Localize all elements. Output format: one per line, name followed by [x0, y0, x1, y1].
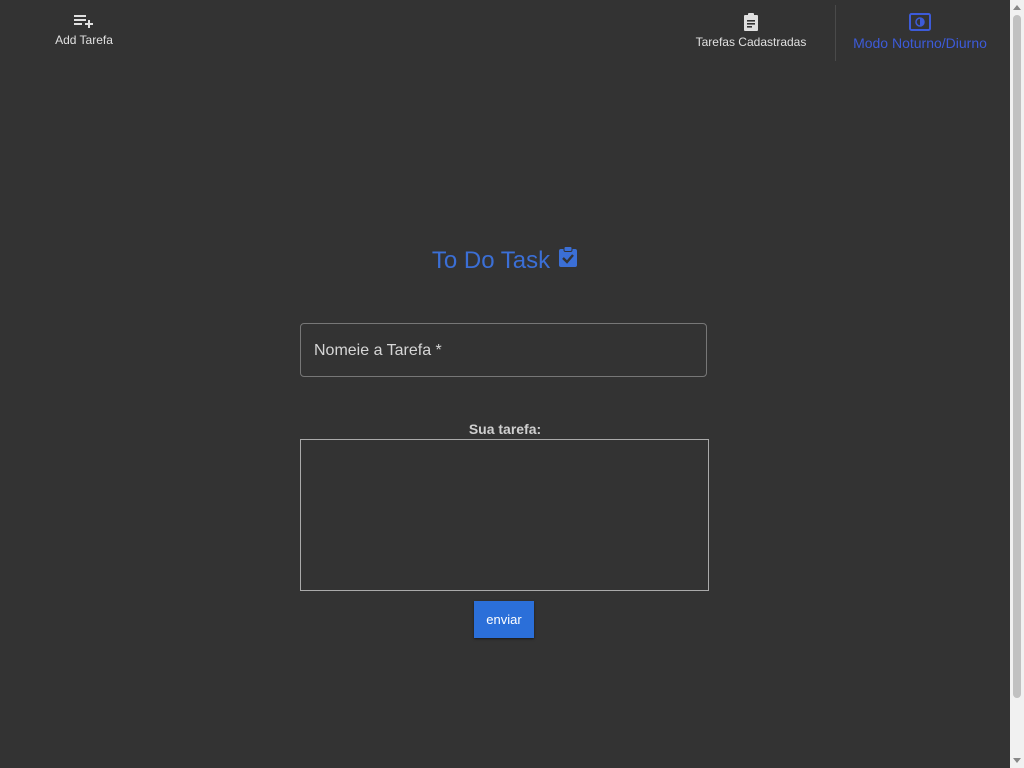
- title-row: To Do Task: [0, 246, 1010, 275]
- scroll-thumb[interactable]: [1013, 15, 1021, 698]
- nav-divider: [835, 5, 836, 61]
- scroll-up-arrow-icon[interactable]: [1013, 5, 1021, 10]
- add-task-label: Add Tarefa: [55, 33, 113, 47]
- registered-tasks-nav[interactable]: Tarefas Cadastradas: [690, 12, 812, 49]
- clipboard-check-icon: [559, 246, 578, 267]
- page-title: To Do Task: [431, 247, 551, 274]
- task-name-placeholder: Nomeie a Tarefa *: [314, 342, 442, 359]
- add-task-nav[interactable]: Add Tarefa: [50, 12, 118, 47]
- registered-tasks-label: Tarefas Cadastradas: [695, 35, 807, 49]
- clipboard-icon: [744, 13, 758, 31]
- task-name-input[interactable]: Nomeie a Tarefa *: [300, 323, 707, 377]
- task-label: Sua tarefa:: [468, 421, 542, 437]
- contrast-icon: [909, 13, 931, 31]
- theme-toggle-label: Modo Noturno/Diurno: [853, 35, 987, 51]
- playlist-add-icon: [74, 15, 93, 28]
- task-textarea[interactable]: [300, 439, 709, 591]
- scroll-down-arrow-icon[interactable]: [1013, 758, 1021, 763]
- submit-button[interactable]: enviar: [474, 601, 534, 638]
- scrollbar[interactable]: [1010, 0, 1024, 768]
- theme-toggle-button[interactable]: Modo Noturno/Diurno: [848, 12, 992, 51]
